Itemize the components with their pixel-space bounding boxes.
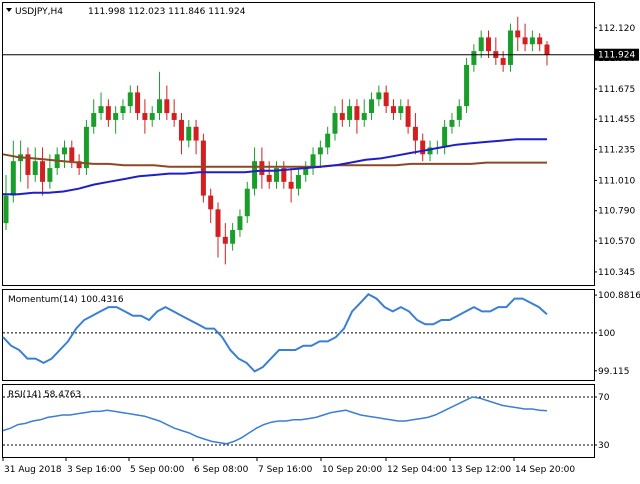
time-axis-label: 31 Aug 2018 (4, 465, 62, 475)
price-axis-label: 111.675 (598, 85, 635, 95)
chart-canvas[interactable]: 112.120111.900111.675111.455111.235111.0… (0, 0, 640, 480)
candle-body (332, 113, 338, 134)
candle-body (157, 99, 163, 114)
candle-body (237, 216, 243, 230)
momentum-axis-label: 100.8816 (598, 291, 640, 301)
candle-body (91, 113, 97, 127)
candle-body (208, 195, 214, 210)
candle-body (186, 126, 192, 141)
candle-body (295, 174, 301, 189)
time-axis-label: 5 Sep 00:00 (130, 465, 185, 475)
time-axis-label: 12 Sep 04:00 (387, 465, 447, 475)
symbol-label: USDJPY,H4 (15, 7, 63, 17)
candle-body (3, 195, 9, 224)
candle-body (449, 119, 455, 127)
candle-body (98, 106, 104, 114)
candle-body (412, 126, 418, 141)
time-axis-label: 7 Sep 16:00 (258, 465, 313, 475)
momentum-axis-label: 99.115 (598, 367, 630, 377)
candle-body (142, 113, 148, 120)
candle-body (32, 161, 38, 175)
candle-body (478, 37, 484, 52)
candle-body (339, 113, 345, 120)
price-axis-label: 110.345 (598, 268, 635, 278)
candle-body (390, 106, 396, 114)
candle-body (83, 126, 89, 169)
candle-body (471, 51, 477, 65)
candle-body (244, 188, 250, 217)
candle-body (127, 92, 133, 107)
candle-body (200, 140, 206, 196)
candle-body (361, 113, 367, 120)
price-axis-label: 112.120 (598, 24, 635, 34)
price-axis-label: 110.790 (598, 207, 635, 217)
candle-body (120, 106, 126, 114)
candle-body (171, 113, 177, 120)
price-axis-label: 111.010 (598, 176, 635, 186)
candle-body (500, 58, 506, 65)
candle-body (252, 161, 258, 189)
candle-body (486, 37, 492, 52)
candle-body (537, 37, 543, 45)
candle-body (178, 119, 184, 141)
price-axis-label: 111.235 (598, 146, 635, 156)
candle-body (398, 106, 404, 114)
candle-body (113, 113, 119, 120)
candle-body (193, 126, 199, 141)
candle-body (259, 161, 265, 175)
time-axis: 31 Aug 2018 3 Sep 16:00 5 Sep 00:00 6 Sep 0… (2, 457, 575, 475)
candle-body (61, 147, 67, 155)
rsi-panel (2, 384, 595, 458)
rsi-axis-label: 30 (598, 441, 610, 451)
price-panel (2, 2, 595, 286)
candle-body (420, 140, 426, 155)
time-axis-label: 10 Sep 20:00 (322, 465, 382, 475)
candle-body (222, 236, 228, 244)
candle-body (69, 147, 75, 162)
momentum-title: Momentum(14) 100.4316 (8, 295, 124, 305)
candle-body (369, 99, 375, 114)
candle-body (105, 106, 111, 120)
candle-body (376, 92, 382, 100)
time-axis-label: 6 Sep 08:00 (194, 465, 249, 475)
candle-body (544, 44, 550, 55)
time-axis-label: 3 Sep 16:00 (67, 465, 122, 475)
rsi-title: RSI(14) 58.4763 (8, 390, 81, 400)
current-price-label: 111.924 (598, 51, 635, 61)
time-axis-label: 13 Sep 12:00 (451, 465, 511, 475)
candle-body (464, 64, 470, 107)
candle-body (164, 99, 170, 114)
candle-body (135, 92, 141, 114)
candle-body (529, 37, 535, 45)
candle-body (288, 181, 294, 189)
momentum-axis-label: 100 (598, 329, 615, 339)
chart-window: 112.120111.900111.675111.455111.235111.0… (0, 0, 640, 480)
candle-body (383, 92, 389, 107)
time-axis-label: 14 Sep 20:00 (515, 465, 575, 475)
candle-body (456, 106, 462, 120)
candle-body (442, 126, 448, 148)
candle-body (40, 161, 46, 182)
candle-body (515, 30, 521, 38)
candle-body (266, 174, 272, 182)
candle-body (215, 209, 221, 237)
candle-body (405, 106, 411, 127)
candle-body (317, 147, 323, 155)
price-axis-label: 111.455 (598, 115, 635, 125)
candle-body (149, 113, 155, 120)
price-axis-label: 110.570 (598, 237, 635, 247)
candle-body (230, 229, 236, 244)
candle-body (47, 168, 53, 182)
candle-body (10, 161, 16, 196)
candle-body (522, 37, 528, 45)
candle-body (347, 106, 353, 120)
candle-body (325, 133, 331, 148)
ohlc-readout: 111.998 112.023 111.846 111.924 (88, 7, 246, 17)
candle-body (354, 106, 360, 120)
candle-body (507, 30, 513, 65)
rsi-axis-label: 70 (598, 393, 610, 403)
